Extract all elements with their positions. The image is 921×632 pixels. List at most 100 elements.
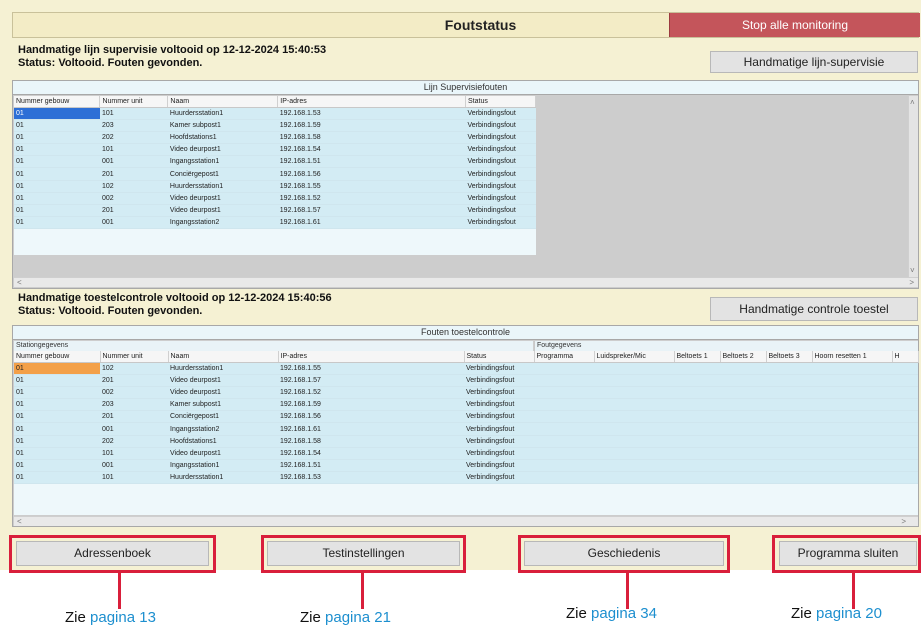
table-cell: Video deurpost1 bbox=[168, 447, 278, 461]
table-row[interactable]: 01 102 Huurdersstation1 192.168.1.55 Verbind… bbox=[14, 180, 536, 193]
table-row[interactable]: 01 202 Hoofdstations1 192.168.1.58 Verbindin… bbox=[14, 435, 918, 448]
empty-fault-cell bbox=[720, 374, 766, 387]
page-link-21[interactable]: pagina 21 bbox=[325, 609, 391, 626]
empty-fault-cell bbox=[720, 398, 766, 412]
empty-fault-cell bbox=[892, 447, 918, 461]
table-cell: 102 bbox=[100, 362, 168, 375]
empty-fault-cell bbox=[812, 435, 892, 448]
empty-fault-cell bbox=[766, 410, 812, 424]
col-call-button-2[interactable]: Beltoets 2 bbox=[720, 351, 767, 363]
empty-fault-cell bbox=[720, 459, 766, 473]
page-link-13[interactable]: pagina 13 bbox=[90, 609, 156, 626]
col-name[interactable]: Naam bbox=[168, 351, 279, 363]
manual-line-supervision-button[interactable]: Handmatige lijn-supervisie bbox=[710, 51, 918, 73]
empty-fault-cell bbox=[594, 447, 674, 461]
table-cell: 101 bbox=[100, 471, 168, 485]
table-cell: Huurdersstation1 bbox=[168, 362, 278, 375]
close-program-caption: Zie pagina 20 bbox=[791, 605, 882, 622]
table-cell: Video deurpost1 bbox=[167, 192, 278, 206]
page-link-20[interactable]: pagina 20 bbox=[816, 605, 882, 622]
col-name[interactable]: Naam bbox=[167, 96, 279, 108]
col-building-number[interactable]: Nummer gebouw bbox=[14, 351, 101, 363]
empty-fault-cell bbox=[594, 374, 674, 387]
empty-fault-cell bbox=[892, 374, 918, 387]
table-cell: Verbindingsfout bbox=[465, 131, 536, 145]
table-cell: 203 bbox=[100, 398, 168, 412]
col-unit-number[interactable]: Nummer unit bbox=[100, 351, 169, 363]
empty-fault-cell bbox=[812, 422, 892, 436]
table-cell: 101 bbox=[99, 107, 168, 120]
empty-fault-cell bbox=[594, 362, 674, 375]
col-call-button-1[interactable]: Beltoets 1 bbox=[674, 351, 721, 363]
table-cell: Hoofdstations1 bbox=[167, 131, 278, 145]
empty-fault-cell bbox=[594, 410, 674, 424]
empty-fault-cell bbox=[766, 362, 812, 375]
stop-all-monitoring-button[interactable]: Stop alle monitoring bbox=[669, 13, 920, 37]
col-call-button-3[interactable]: Beltoets 3 bbox=[766, 351, 813, 363]
table-row[interactable]: 01 002 Video deurpost1 192.168.1.52 Verbindi… bbox=[14, 386, 918, 400]
table-cell: Verbindingsfout bbox=[465, 216, 536, 230]
scroll-right-icon[interactable]: > bbox=[901, 517, 906, 526]
line-vertical-scrollbar[interactable]: ˄ ˅ bbox=[908, 96, 918, 277]
col-status[interactable]: Status bbox=[464, 351, 535, 363]
device-panel-title: Fouten toestelcontrole bbox=[13, 326, 918, 340]
empty-fault-cell bbox=[892, 435, 918, 448]
col-truncated[interactable]: H bbox=[892, 351, 919, 363]
table-cell: Verbindingsfout bbox=[464, 362, 534, 375]
table-cell: 192.168.1.52 bbox=[277, 192, 466, 206]
scroll-up-icon[interactable]: ˄ bbox=[910, 98, 915, 107]
col-handset-reset-1[interactable]: Hoorn resetten 1 bbox=[812, 351, 893, 363]
device-status-line2: Status: Voltooid. Fouten gevonden. bbox=[18, 305, 203, 317]
empty-fault-cell bbox=[766, 447, 812, 461]
line-horizontal-scrollbar[interactable]: < > bbox=[14, 277, 918, 287]
table-row[interactable]: 01 001 Ingangsstation2 192.168.1.61 Verbindi… bbox=[14, 216, 536, 230]
col-building-number[interactable]: Nummer gebouw bbox=[14, 96, 101, 108]
col-unit-number[interactable]: Nummer unit bbox=[99, 96, 169, 108]
table-cell: 192.168.1.57 bbox=[277, 204, 466, 218]
fault-status-window: Foutstatus Stop alle monitoring Handmati… bbox=[0, 0, 921, 570]
table-row[interactable]: 01 201 Video deurpost1 192.168.1.57 Verbindi… bbox=[14, 204, 536, 218]
table-row[interactable]: 01 001 Ingangsstation1 192.168.1.51 Verbindi… bbox=[14, 459, 918, 473]
empty-fault-cell bbox=[674, 374, 720, 387]
table-row[interactable]: 01 002 Video deurpost1 192.168.1.52 Verbindi… bbox=[14, 192, 536, 206]
empty-fault-cell bbox=[720, 471, 766, 485]
empty-fault-cell bbox=[674, 398, 720, 412]
empty-fault-cell bbox=[534, 447, 594, 461]
table-cell: Verbindingsfout bbox=[464, 447, 534, 461]
table-row[interactable]: 01 102 Huurdersstation1 192.168.1.55 Verbind… bbox=[14, 362, 918, 375]
table-cell: 01 bbox=[14, 422, 100, 436]
table-row[interactable]: 01 101 Video deurpost1 192.168.1.54 Verbindi… bbox=[14, 447, 918, 461]
device-horizontal-scrollbar[interactable]: < > bbox=[14, 516, 918, 526]
device-fault-grid: Nummer gebouw Nummer unit Naam IP-adres … bbox=[14, 351, 919, 515]
manual-device-check-button[interactable]: Handmatige controle toestel bbox=[710, 297, 918, 321]
empty-fault-cell bbox=[534, 459, 594, 473]
table-row[interactable]: 01 201 Video deurpost1 192.168.1.57 Verbindi… bbox=[14, 374, 918, 387]
table-row[interactable]: 01 203 Kamer subpost1 192.168.1.59 Verbindin… bbox=[14, 119, 536, 132]
scroll-left-icon[interactable]: < bbox=[17, 278, 22, 287]
scroll-down-icon[interactable]: ˅ bbox=[910, 266, 915, 275]
table-cell: 01 bbox=[14, 192, 100, 206]
table-row[interactable]: 01 203 Kamer subpost1 192.168.1.59 Verbindin… bbox=[14, 398, 918, 412]
table-cell: 01 bbox=[14, 435, 100, 448]
table-row[interactable]: 01 101 Huurdersstation1 192.168.1.53 Verbind… bbox=[14, 471, 918, 485]
col-ip-address[interactable]: IP-adres bbox=[278, 351, 465, 363]
col-ip-address[interactable]: IP-adres bbox=[277, 96, 467, 108]
table-row[interactable]: 01 101 Huurdersstation1 192.168.1.53 Verbind… bbox=[14, 107, 536, 120]
col-status[interactable]: Status bbox=[465, 96, 536, 108]
scroll-left-icon[interactable]: < bbox=[17, 517, 22, 526]
scroll-right-icon[interactable]: > bbox=[909, 278, 914, 287]
table-cell: 01 bbox=[14, 131, 100, 145]
table-row[interactable]: 01 001 Ingangsstation2 192.168.1.61 Verbindi… bbox=[14, 422, 918, 436]
table-row[interactable]: 01 201 Conciërgepost1 192.168.1.56 Verbindin… bbox=[14, 410, 918, 424]
col-program[interactable]: Programma bbox=[534, 351, 595, 363]
table-row[interactable]: 01 001 Ingangsstation1 192.168.1.51 Verbindi… bbox=[14, 155, 536, 169]
table-cell: Ingangsstation1 bbox=[168, 459, 278, 473]
page-link-34[interactable]: pagina 34 bbox=[591, 605, 657, 622]
table-row[interactable]: 01 201 Conciërgepost1 192.168.1.56 Verbindin… bbox=[14, 167, 536, 181]
col-speaker-mic[interactable]: Luidspreker/Mic bbox=[594, 351, 675, 363]
empty-fault-cell bbox=[766, 422, 812, 436]
table-row[interactable]: 01 202 Hoofdstations1 192.168.1.58 Verbindin… bbox=[14, 131, 536, 145]
table-cell: Huurdersstation1 bbox=[167, 107, 278, 120]
table-cell: 192.168.1.56 bbox=[278, 410, 464, 424]
table-row[interactable]: 01 101 Video deurpost1 192.168.1.54 Verbindi… bbox=[14, 143, 536, 157]
